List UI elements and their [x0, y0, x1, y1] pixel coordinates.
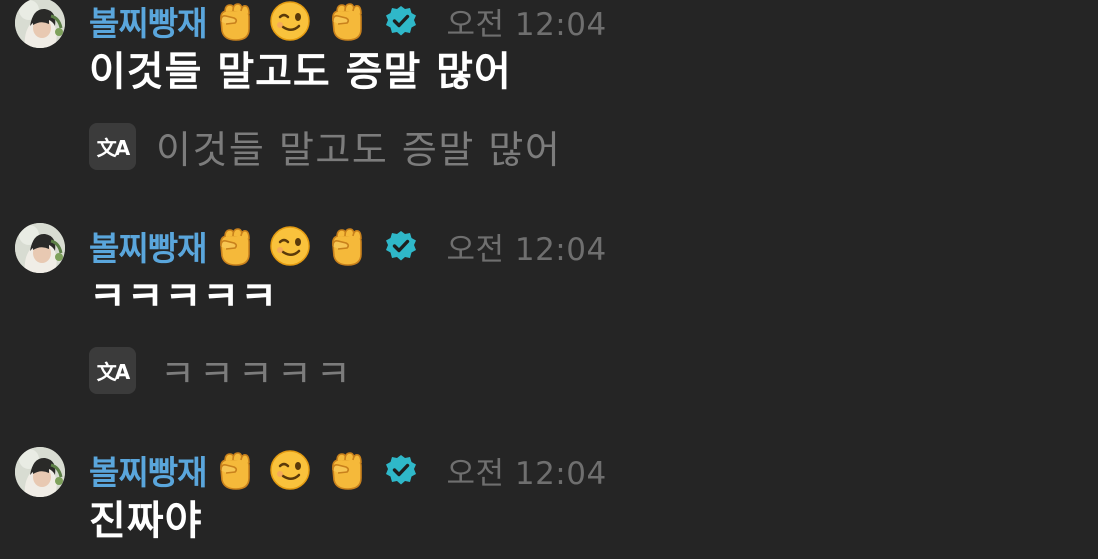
raised-fist-emoji-icon	[212, 224, 256, 268]
raised-fist-emoji-icon	[212, 0, 256, 43]
verified-badge-icon	[384, 453, 418, 487]
username[interactable]: 볼찌빵재	[89, 446, 207, 494]
raised-fist-emoji-icon	[324, 448, 368, 492]
raised-fist-emoji-icon	[212, 448, 256, 492]
avatar[interactable]	[15, 447, 65, 497]
raised-fist-emoji-icon	[324, 0, 368, 43]
profile-photo-icon	[15, 223, 65, 273]
verified-badge-icon	[384, 229, 418, 263]
message-header: 볼찌빵재 오전 12:04	[89, 222, 607, 270]
raised-fist-emoji-icon	[324, 224, 368, 268]
username[interactable]: 볼찌빵재	[89, 222, 207, 270]
translation-row: 文A ㅋㅋㅋㅋㅋ	[89, 346, 355, 396]
message-text: 진짜야	[89, 498, 203, 544]
winking-face-emoji-icon	[268, 448, 312, 492]
profile-photo-icon	[15, 447, 65, 497]
profile-photo-icon	[15, 0, 65, 48]
message-text: ㅋㅋㅋㅋㅋ	[89, 274, 278, 320]
chat-thread: 볼찌빵재 오전 12:04 이것들 말고도 증말 많어 文A 이것들 말고도 증…	[0, 0, 1098, 559]
winking-face-emoji-icon	[268, 224, 312, 268]
timestamp: 오전 12:04	[446, 455, 607, 492]
avatar[interactable]	[15, 223, 65, 273]
winking-face-emoji-icon	[268, 0, 312, 43]
message-text: 이것들 말고도 증말 많어	[89, 49, 512, 95]
translate-icon[interactable]: 文A	[89, 122, 136, 170]
timestamp: 오전 12:04	[446, 231, 607, 268]
message-header: 볼찌빵재 오전 12:04	[89, 0, 607, 45]
timestamp: 오전 12:04	[446, 6, 607, 43]
translation-text: 이것들 말고도 증말 많어	[156, 127, 562, 172]
avatar[interactable]	[15, 0, 65, 48]
username[interactable]: 볼찌빵재	[89, 0, 207, 45]
message-header: 볼찌빵재 오전 12:04	[89, 446, 607, 494]
verified-badge-icon	[384, 4, 418, 38]
translate-icon[interactable]: 文A	[89, 346, 136, 394]
translation-text: ㅋㅋㅋㅋㅋ	[160, 351, 355, 396]
translation-row: 文A 이것들 말고도 증말 많어	[89, 122, 561, 172]
